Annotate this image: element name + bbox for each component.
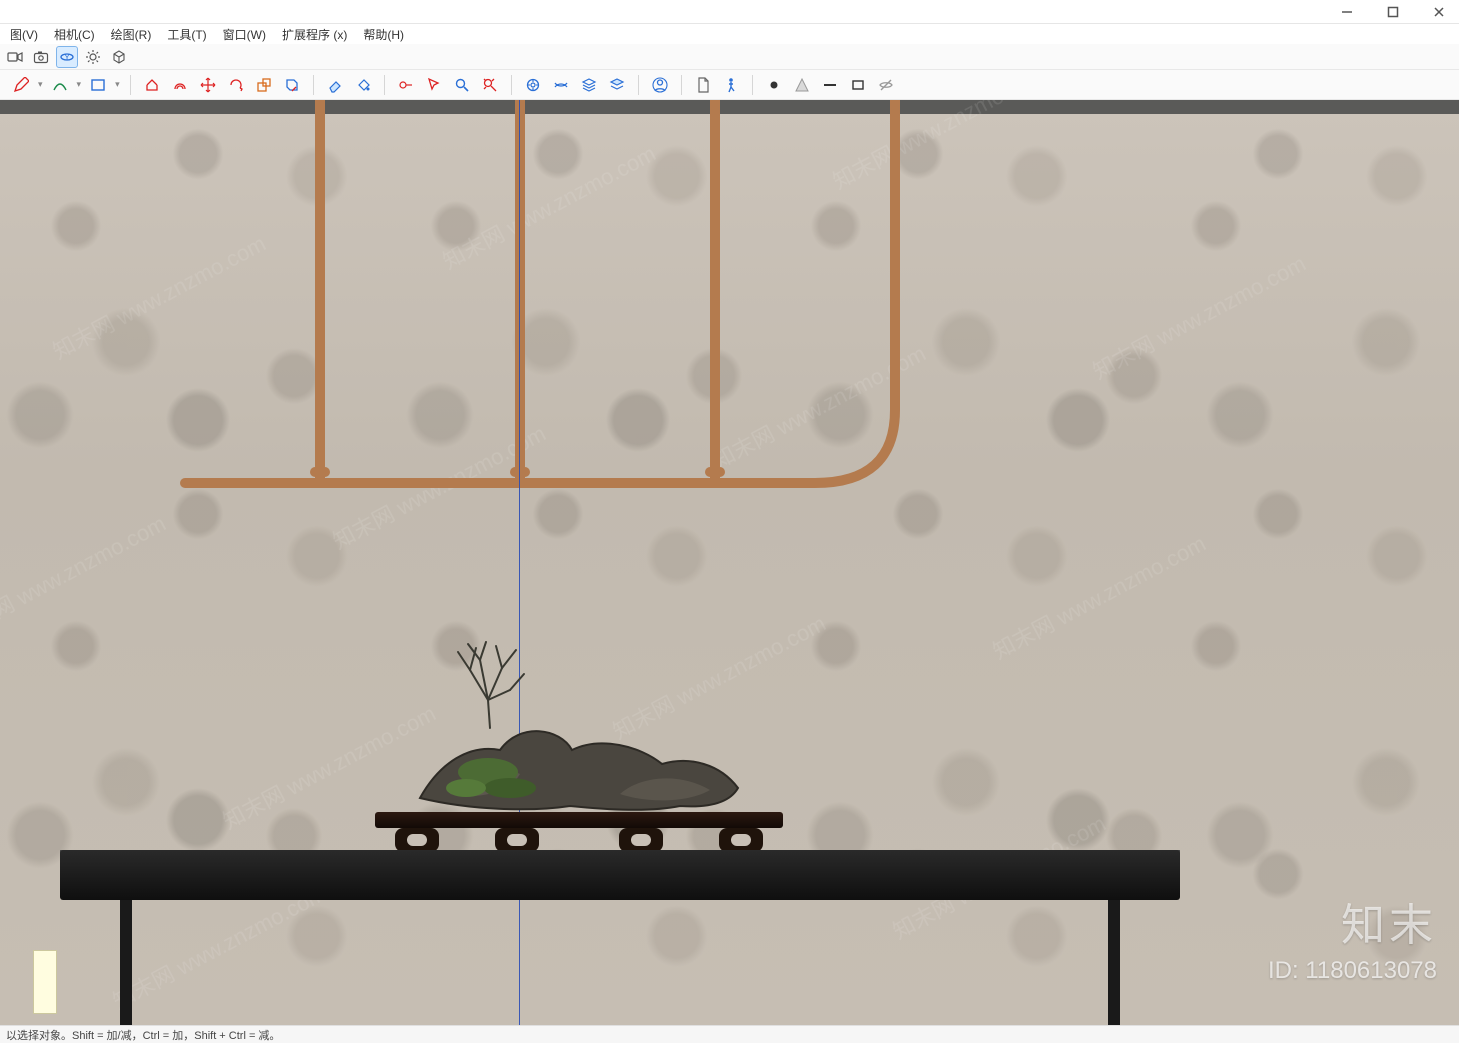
scene-selected-object-marker <box>33 950 57 1014</box>
style-hidden-tool[interactable] <box>847 74 869 96</box>
toolbar-separator <box>384 75 385 95</box>
menu-bar: 图(V) 相机(C) 绘图(R) 工具(T) 窗口(W) 扩展程序 (x) 帮助… <box>0 24 1459 44</box>
style-shaded-tool[interactable] <box>791 74 813 96</box>
menu-camera[interactable]: 相机(C) <box>48 24 101 45</box>
account-tool[interactable] <box>649 74 671 96</box>
select-tool[interactable] <box>423 74 445 96</box>
record-icon[interactable] <box>4 46 26 68</box>
settings-gear-icon[interactable] <box>82 46 104 68</box>
toolbar-separator <box>638 75 639 95</box>
eraser-tool[interactable] <box>324 74 346 96</box>
window-minimize-button[interactable] <box>1333 2 1361 22</box>
arc-tool[interactable] <box>49 74 71 96</box>
status-hint: 以选择对象。Shift = 加/减，Ctrl = 加，Shift + Ctrl … <box>6 1027 280 1043</box>
menu-extensions[interactable]: 扩展程序 (x) <box>276 24 353 45</box>
main-toolbar: ▾ ▾ ▾ <box>0 70 1459 100</box>
section-plane-tool[interactable] <box>550 74 572 96</box>
toolbar-separator <box>313 75 314 95</box>
menu-draw[interactable]: 绘图(R) <box>105 24 158 45</box>
new-page-tool[interactable] <box>692 74 714 96</box>
tape-tool[interactable] <box>395 74 417 96</box>
scene-ceiling-edge <box>0 100 1459 114</box>
zoom-extents-tool[interactable] <box>479 74 501 96</box>
layers-toggle-tool[interactable] <box>606 74 628 96</box>
view-toolbar: Y <box>0 44 1459 70</box>
menu-help[interactable]: 帮助(H) <box>357 24 410 45</box>
walk-tool[interactable] <box>720 74 742 96</box>
offset-tool[interactable] <box>169 74 191 96</box>
toolbar-separator <box>681 75 682 95</box>
menu-tools[interactable]: 工具(T) <box>161 24 212 45</box>
paintbucket-tool[interactable] <box>352 74 374 96</box>
model-viewport[interactable]: 知末网 www.znzmo.com 知末网 www.znzmo.com 知末网 … <box>0 100 1459 1025</box>
style-wire-tool[interactable] <box>819 74 841 96</box>
camera-icon[interactable] <box>30 46 52 68</box>
rotate-tool[interactable] <box>225 74 247 96</box>
window-titlebar <box>0 0 1459 24</box>
pushpull-tool[interactable] <box>141 74 163 96</box>
window-close-button[interactable] <box>1425 2 1453 22</box>
zoom-tool[interactable] <box>451 74 473 96</box>
style-noview-tool[interactable] <box>875 74 897 96</box>
orbit-y-icon[interactable]: Y <box>56 46 78 68</box>
status-bar: 以选择对象。Shift = 加/减，Ctrl = 加，Shift + Ctrl … <box>0 1025 1459 1043</box>
window-maximize-button[interactable] <box>1379 2 1407 22</box>
toolbar-separator <box>511 75 512 95</box>
toolbar-separator <box>130 75 131 95</box>
component-browser-tool[interactable] <box>522 74 544 96</box>
box-plus-icon[interactable] <box>108 46 130 68</box>
svg-text:Y: Y <box>64 53 70 62</box>
scene-console-table <box>60 760 1180 1025</box>
style-xray-tool[interactable] <box>763 74 785 96</box>
scale-tool[interactable] <box>253 74 275 96</box>
pencil-tool[interactable] <box>10 74 32 96</box>
move-tool[interactable] <box>197 74 219 96</box>
menu-view[interactable]: 图(V) <box>4 24 44 45</box>
followme-tool[interactable] <box>281 74 303 96</box>
rectangle-tool[interactable] <box>87 74 109 96</box>
scene-bonsai-rock <box>410 702 750 814</box>
toolbar-separator <box>752 75 753 95</box>
layers-tool[interactable] <box>578 74 600 96</box>
menu-window[interactable]: 窗口(W) <box>217 24 272 45</box>
